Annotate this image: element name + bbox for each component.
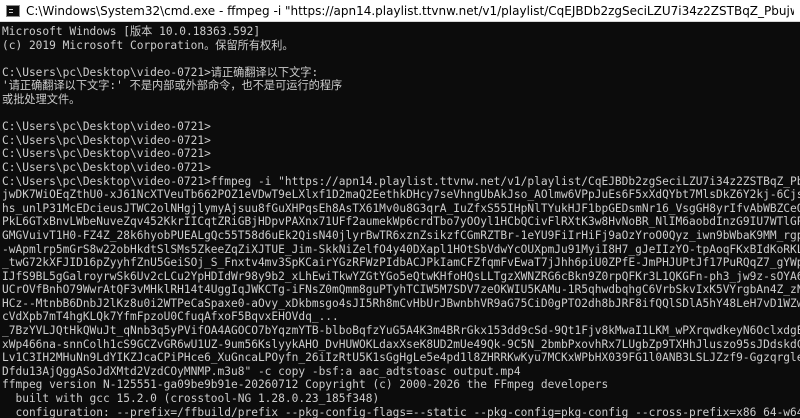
- title-bar[interactable]: C:\Windows\System32\cmd.exe - ffmpeg -i …: [0, 0, 800, 22]
- console-line: PkL6GTxBnvLWbeNuveZqv452KkrIICqtZRiGBjHD…: [2, 215, 800, 229]
- console-line: IJfS9BL5gGalroyrwSk6Uv2cLCu2YpHDIdWr98y9…: [2, 269, 800, 283]
- console-line: C:\Users\pc\Desktop\video-0721>请正确翻译以下文字…: [2, 65, 319, 79]
- console-line: (c) 2019 Microsoft Corporation。保留所有权利。: [2, 38, 294, 52]
- console-line: GMGVuivT1H0-FZ4Z_28k6hyobPUEALgQc55T58d6…: [2, 228, 800, 242]
- console-line: C:\Users\pc\Desktop\video-0721>: [2, 147, 211, 161]
- console-line: cVdXpb7mT4hgKLQk7YfmFpzoU0CfuqAfxoF5Bqvx…: [2, 310, 339, 324]
- console-line: Microsoft Windows [版本 10.0.18363.592]: [2, 25, 261, 38]
- console-line: C:\Users\pc\Desktop\video-0721>: [2, 120, 211, 134]
- console-line: 或批处理文件。: [2, 92, 81, 106]
- console-line: configuration: --prefix=/ffbuild/prefix …: [2, 405, 800, 418]
- console-line: C:\Users\pc\Desktop\video-0721>: [2, 133, 211, 147]
- window-title: C:\Windows\System32\cmd.exe - ffmpeg -i …: [26, 3, 794, 18]
- console-line: _7BzYVLJQtHkQWuJt_qNnb3q5yPVifOA4AGOCO7b…: [2, 324, 800, 338]
- console-line: C:\Users\pc\Desktop\video-0721>: [2, 160, 211, 174]
- console-line: _twG72kXFJID16pZyyhfZnU5GeiSOj_S_Fnxtv4m…: [2, 256, 800, 270]
- console-line: UCrOVfBnhO79WwrAtQF3vMHklRH14t4UggIqJWKC…: [2, 283, 800, 297]
- console-line: xWp466na-snnColh1cS9GCZvGR6wU1UZ-9um56Ks…: [2, 337, 800, 351]
- console-line: -wApmlrp5mGrS8w22obHkdtSlSMs5ZkeeZqZiXJT…: [2, 242, 800, 256]
- console-line: '请正确翻译以下文字:' 不是内部或外部命令，也不是可运行的程序: [2, 79, 343, 93]
- console-line: Dfdu13AjQggASoJdXMtd2VzdCOyMNMP.m3u8" -c…: [2, 364, 521, 378]
- cmd-window: C:\Windows\System32\cmd.exe - ffmpeg -i …: [0, 0, 800, 418]
- console-line: ffmpeg version N-125551-ga09be9b91e-2026…: [2, 378, 609, 392]
- console-line: hs_unlP31McEDcieusJTWC2olNHgjlymyAjsuu8f…: [2, 201, 800, 215]
- console-line: C:\Users\pc\Desktop\video-0721>ffmpeg -i…: [2, 174, 800, 188]
- console-line: jwDK7WiOEqZthU0-xJ61NcXTVeuTb662POZ1eVDw…: [2, 188, 800, 202]
- console-line: HCz--MtnbB6DnbJ2lKz8u0i2WTPeCaSpaxe0-aOv…: [2, 296, 800, 310]
- console-line: built with gcc 15.2.0 (crosstool-NG 1.28…: [2, 392, 380, 406]
- console-output[interactable]: Microsoft Windows [版本 10.0.18363.592] (c)…: [0, 23, 800, 418]
- console-line: Lv1C3IH2MHuNn9LdYIKZJcaCPiPHce6_XuGncaLP…: [2, 351, 800, 365]
- terminal-icon: [6, 4, 20, 17]
